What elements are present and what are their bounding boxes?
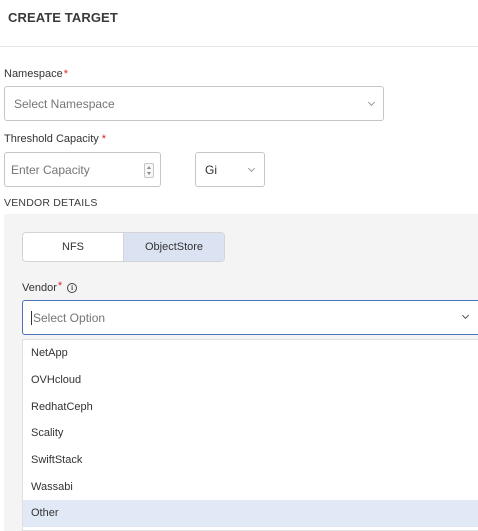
create-target-page: CREATE TARGET Namespace* Select Namespac… bbox=[0, 0, 478, 531]
threshold-label-text: Threshold Capacity bbox=[4, 133, 99, 145]
capacity-unit-select[interactable]: Gi bbox=[195, 152, 265, 187]
vendor-details-title: VENDOR DETAILS bbox=[4, 197, 98, 209]
vendor-select[interactable]: Select Option bbox=[22, 300, 478, 335]
option-scality[interactable]: Scality bbox=[23, 420, 478, 447]
threshold-capacity-label: Threshold Capacity * bbox=[4, 133, 106, 145]
chevron-down-icon bbox=[367, 98, 376, 107]
chevron-down-icon bbox=[461, 311, 470, 320]
info-icon[interactable]: i bbox=[67, 283, 78, 293]
vendor-label: Vendor * i bbox=[22, 280, 78, 294]
capacity-placeholder: Enter Capacity bbox=[11, 162, 90, 177]
page-title: CREATE TARGET bbox=[8, 10, 118, 25]
option-swiftstack[interactable]: SwiftStack bbox=[23, 447, 478, 474]
number-stepper-icon[interactable] bbox=[144, 163, 154, 178]
option-ovhcloud[interactable]: OVHcloud bbox=[23, 367, 478, 394]
tab-objectstore[interactable]: ObjectStore bbox=[123, 233, 224, 261]
storage-type-toggle: NFS ObjectStore bbox=[22, 232, 225, 262]
chevron-down-icon bbox=[247, 164, 256, 173]
required-asterisk: * bbox=[57, 280, 63, 292]
required-asterisk: * bbox=[101, 133, 107, 145]
namespace-label: Namespace* bbox=[4, 68, 68, 80]
text-cursor bbox=[31, 310, 32, 325]
option-redhatceph[interactable]: RedhatCeph bbox=[23, 393, 478, 420]
option-wassabi[interactable]: Wassabi bbox=[23, 473, 478, 500]
capacity-unit-value: Gi bbox=[205, 162, 217, 177]
namespace-label-text: Namespace bbox=[4, 68, 63, 80]
namespace-placeholder: Select Namespace bbox=[14, 96, 115, 111]
option-netapp[interactable]: NetApp bbox=[23, 340, 478, 367]
header-divider bbox=[0, 46, 478, 47]
vendor-placeholder: Select Option bbox=[33, 310, 106, 325]
namespace-select[interactable]: Select Namespace bbox=[4, 86, 384, 121]
tab-nfs[interactable]: NFS bbox=[23, 233, 123, 261]
vendor-options-list: NetApp OVHcloud RedhatCeph Scality Swift… bbox=[22, 339, 478, 531]
capacity-input[interactable]: Enter Capacity bbox=[4, 152, 161, 187]
vendor-label-text: Vendor bbox=[22, 282, 57, 294]
option-other[interactable]: Other bbox=[23, 500, 478, 527]
required-asterisk: * bbox=[63, 68, 68, 80]
